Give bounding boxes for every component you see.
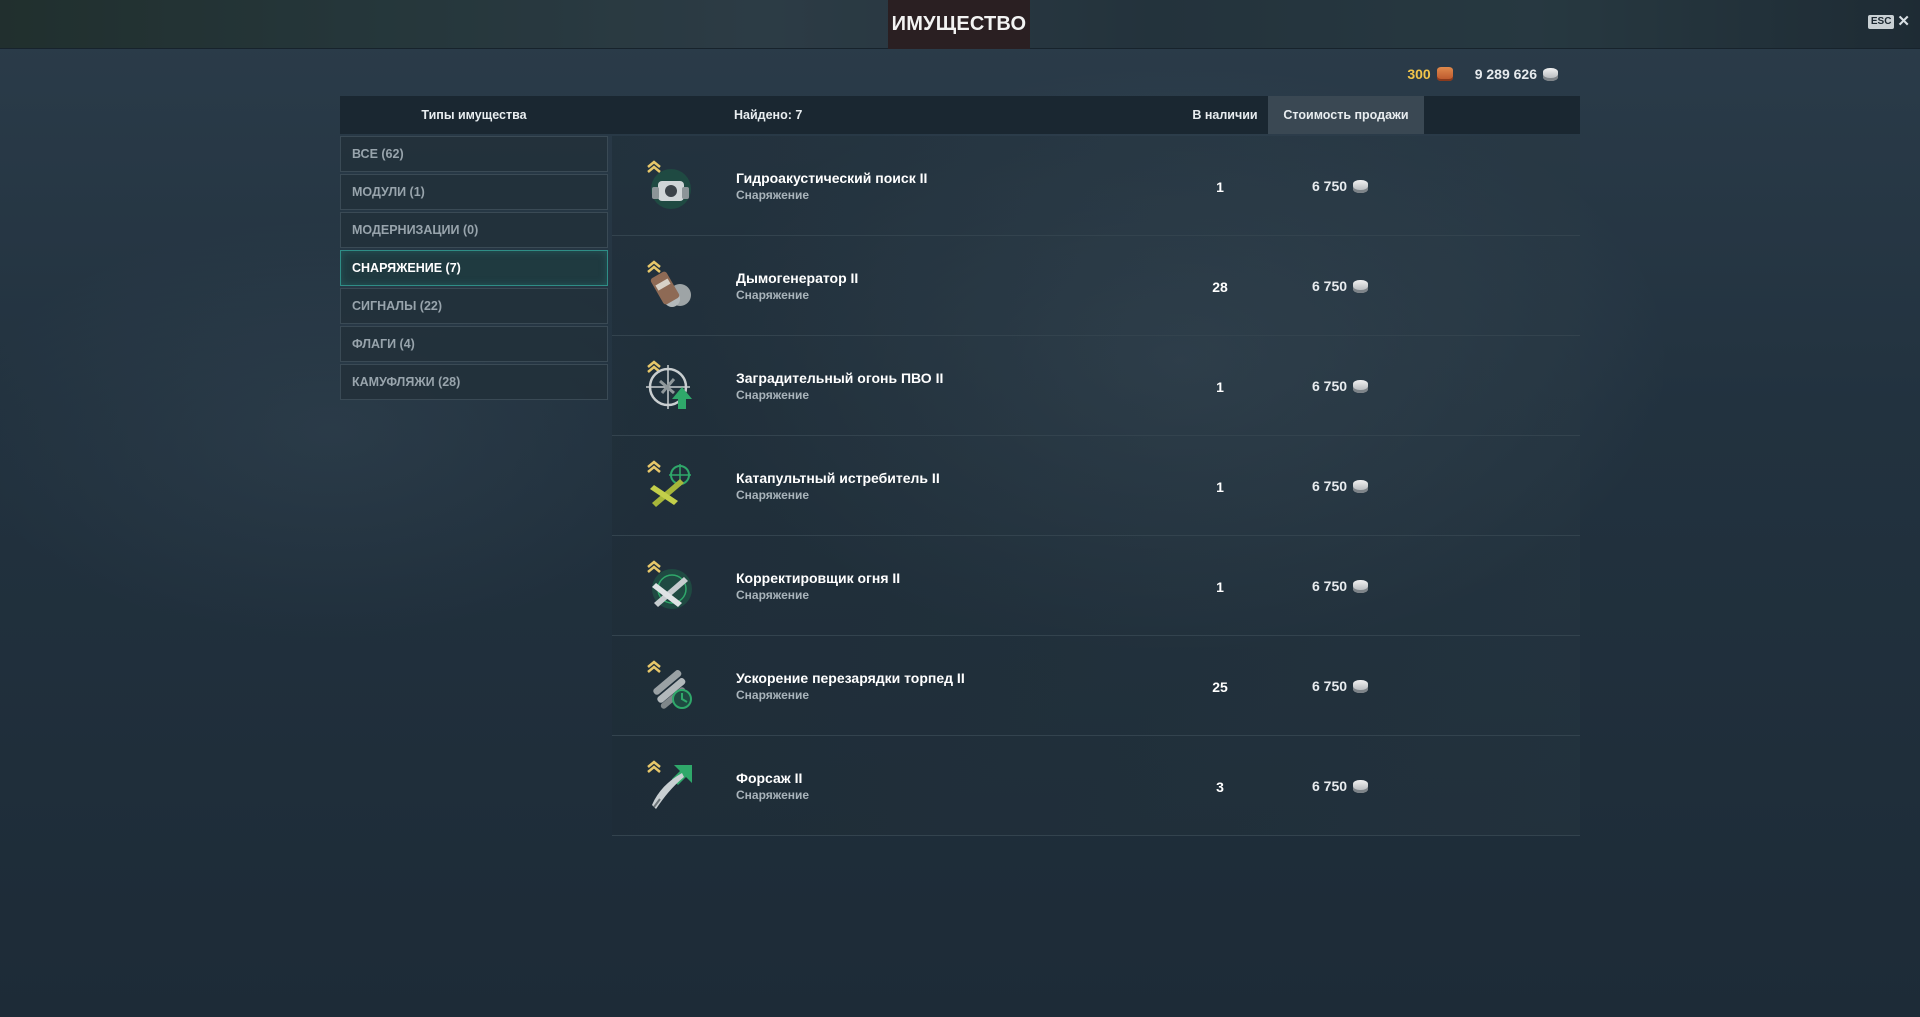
esc-key-badge: ESC [1867, 15, 1895, 29]
item-category: Снаряжение [736, 188, 810, 202]
header-found-count: Найдено: 7 [734, 108, 803, 122]
item-price: 6 750 [1312, 778, 1369, 794]
list-item[interactable]: Гидроакустический поиск II Снаряжение 1 … [612, 136, 1580, 236]
sidebar-item-signals[interactable]: СИГНАЛЫ (22) [340, 288, 608, 324]
doubloons-value: 300 [1407, 66, 1431, 82]
item-quantity: 1 [1216, 579, 1224, 595]
credit-icon [1353, 179, 1369, 193]
catapult-fighter-icon [644, 459, 696, 511]
credit-icon [1353, 479, 1369, 493]
item-quantity: 3 [1216, 779, 1224, 795]
header-in-stock[interactable]: В наличии [1182, 96, 1268, 134]
credit-icon [1543, 67, 1558, 81]
table-header: Типы имущества Найдено: 7 В наличии Стои… [340, 96, 1580, 134]
list-item[interactable]: Катапультный истребитель II Снаряжение 1… [612, 436, 1580, 536]
item-name: Форсаж II [736, 770, 803, 786]
currency-panel: 300 9 289 626 [1407, 66, 1558, 82]
close-icon[interactable]: ✕ [1897, 14, 1910, 29]
list-item[interactable]: Форсаж II Снаряжение 3 6 750 [612, 736, 1580, 836]
item-price: 6 750 [1312, 678, 1369, 694]
close-button[interactable]: ESC ✕ [1867, 14, 1910, 29]
credit-icon [1353, 579, 1369, 593]
item-price: 6 750 [1312, 378, 1369, 394]
item-price-value: 6 750 [1312, 678, 1348, 694]
doubloon-icon [1436, 67, 1453, 81]
item-quantity: 25 [1212, 679, 1228, 695]
item-category: Снаряжение [736, 688, 810, 702]
item-quantity: 28 [1212, 279, 1228, 295]
item-price-value: 6 750 [1312, 578, 1348, 594]
list-item[interactable]: Дымогенератор II Снаряжение 28 6 750 [612, 236, 1580, 336]
sidebar-item-modules[interactable]: МОДУЛИ (1) [340, 174, 608, 210]
credits-balance: 9 289 626 [1475, 66, 1558, 82]
item-name: Заградительный огонь ПВО II [736, 370, 944, 386]
window-title: ИМУЩЕСТВО [888, 0, 1030, 49]
item-price: 6 750 [1312, 478, 1369, 494]
item-category: Снаряжение [736, 788, 810, 802]
sidebar-item-upgrades[interactable]: МОДЕРНИЗАЦИИ (0) [340, 212, 608, 248]
item-name: Ускорение перезарядки торпед II [736, 670, 965, 686]
item-quantity: 1 [1216, 479, 1224, 495]
items-list: Гидроакустический поиск II Снаряжение 1 … [612, 136, 1580, 836]
doubloons-balance: 300 [1407, 66, 1453, 82]
item-category: Снаряжение [736, 488, 810, 502]
item-price: 6 750 [1312, 578, 1369, 594]
item-price-value: 6 750 [1312, 178, 1348, 194]
sidebar-item-all[interactable]: ВСЕ (62) [340, 136, 608, 172]
item-quantity: 1 [1216, 379, 1224, 395]
credit-icon [1353, 679, 1369, 693]
credit-icon [1353, 279, 1369, 293]
header-sale-price[interactable]: Стоимость продажи [1268, 96, 1424, 134]
hydroacoustic-search-icon [644, 159, 696, 211]
defensive-aa-fire-icon [644, 359, 696, 411]
list-item[interactable]: Ускорение перезарядки торпед II Снаряжен… [612, 636, 1580, 736]
item-name: Корректировщик огня II [736, 570, 901, 586]
item-name: Катапультный истребитель II [736, 470, 940, 486]
credit-icon [1353, 379, 1369, 393]
property-type-sidebar: ВСЕ (62) МОДУЛИ (1) МОДЕРНИЗАЦИИ (0) СНА… [340, 136, 608, 402]
sidebar-item-consumables[interactable]: СНАРЯЖЕНИЕ (7) [340, 250, 608, 286]
item-category: Снаряжение [736, 588, 810, 602]
item-category: Снаряжение [736, 288, 810, 302]
list-item[interactable]: Заградительный огонь ПВО II Снаряжение 1… [612, 336, 1580, 436]
sidebar-item-flags[interactable]: ФЛАГИ (4) [340, 326, 608, 362]
smoke-generator-icon [644, 259, 696, 311]
sidebar-item-camouflages[interactable]: КАМУФЛЯЖИ (28) [340, 364, 608, 400]
top-bar: ИМУЩЕСТВО ESC ✕ [0, 0, 1920, 49]
item-price-value: 6 750 [1312, 778, 1348, 794]
engine-boost-icon [644, 759, 696, 811]
item-quantity: 1 [1216, 179, 1224, 195]
item-price-value: 6 750 [1312, 378, 1348, 394]
item-price: 6 750 [1312, 178, 1369, 194]
list-item[interactable]: Корректировщик огня II Снаряжение 1 6 75… [612, 536, 1580, 636]
item-price-value: 6 750 [1312, 478, 1348, 494]
torpedo-reload-booster-icon [644, 659, 696, 711]
item-category: Снаряжение [736, 388, 810, 402]
credit-icon [1353, 779, 1369, 793]
credits-value: 9 289 626 [1474, 66, 1537, 82]
item-name: Дымогенератор II [736, 270, 859, 286]
header-types: Типы имущества [421, 108, 527, 122]
item-name: Гидроакустический поиск II [736, 170, 928, 186]
spotting-aircraft-icon [644, 559, 696, 611]
item-price-value: 6 750 [1312, 278, 1348, 294]
item-price: 6 750 [1312, 278, 1369, 294]
